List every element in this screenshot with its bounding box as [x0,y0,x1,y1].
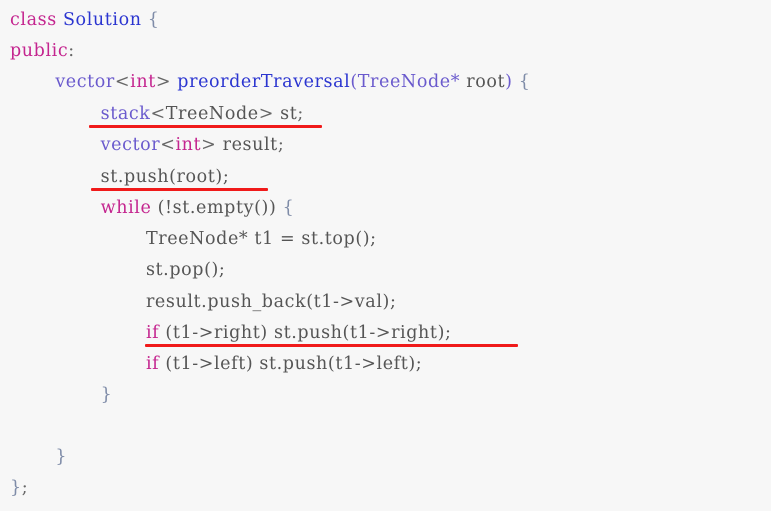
code-token: { [282,198,295,218]
underline-stack-declaration [89,125,322,128]
underline-if-right [145,344,518,347]
code-viewer: class Solution {public: vector<int> preor… [0,0,771,511]
code-token: int [175,135,202,155]
code-line: vector<int> preorderTraversal(TreeNode* … [55,67,530,98]
code-token: class [10,10,57,30]
code-token: while [100,198,152,218]
code-token: TreeNode [357,72,451,92]
code-token: > [201,135,217,155]
code-token: st.push(root); [100,167,230,187]
code-token: public [10,41,69,61]
code-token: < [114,72,131,92]
code-token: stack [100,104,151,124]
code-token: TreeNode [165,104,259,124]
code-token: > [258,104,274,124]
code-line: class Solution { [10,5,160,36]
code-token: } [55,447,68,467]
code-token: > [155,72,172,92]
code-token: (t1->right) st.push(t1->right); [159,323,452,343]
code-line: TreeNode* t1 = st.top(); [146,224,377,255]
code-token: (!st.empty()) [151,198,277,218]
code-line: }; [10,473,28,504]
code-token: < [150,104,166,124]
code-token: vector [55,72,115,92]
code-line: result.push_back(t1->val); [146,287,397,318]
code-token: } [100,385,113,405]
code-token: vector [100,135,161,155]
code-token: st [280,104,298,124]
code-token: ; [297,104,304,124]
code-line: public: [10,36,75,67]
code-token: ; [277,135,285,155]
code-token: TreeNode* t1 = st.top(); [145,229,377,249]
code-line: vector<int> result; [101,130,285,161]
code-token: ) [505,72,513,92]
code-token: if [145,354,160,374]
code-token: < [160,135,176,155]
code-line: while (!st.empty()) { [101,193,295,224]
code-token: (t1->left) st.push(t1->left); [159,354,423,374]
code-line: if (t1->left) st.push(t1->left); [146,349,422,380]
code-line: } [55,442,67,473]
code-token: } [10,478,22,498]
code-token: ( [350,72,358,92]
code-token: : [68,41,75,61]
code-token: { [518,72,531,92]
code-token: ; [21,478,29,498]
code-token: { [147,10,160,30]
code-token: root [466,72,506,92]
code-token: result.push_back(t1->val); [145,292,397,312]
code-token: result [222,135,278,155]
code-line: } [101,380,113,411]
underline-push-root [91,188,268,191]
code-token: if [145,323,160,343]
code-token: int [130,72,156,92]
code-token: st.pop(); [145,260,226,280]
code-line: st.pop(); [146,255,225,286]
code-token: preorderTraversal [177,72,351,92]
code-token: * [450,72,461,92]
code-token: Solution [62,10,142,30]
